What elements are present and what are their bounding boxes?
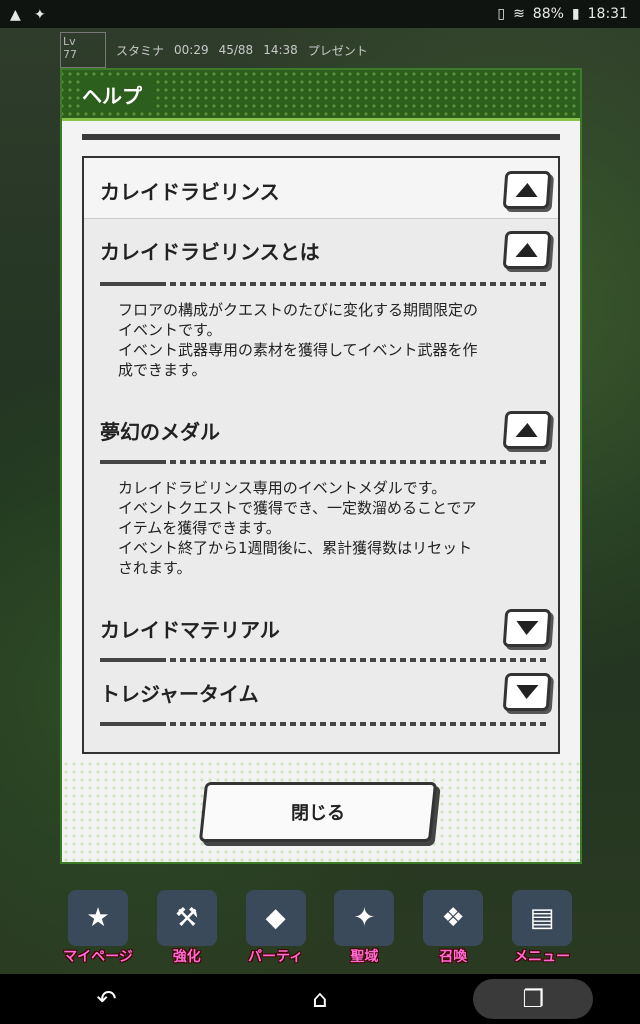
battery-text: 88%	[532, 6, 564, 22]
section-header-medal[interactable]: 夢幻のメダル	[100, 408, 552, 452]
stamina-label: スタミナ	[116, 43, 165, 58]
android-nav-bar: ↶ ⌂ ❐	[0, 974, 640, 1024]
menu-item-party[interactable]: ◆ パーティ	[234, 876, 318, 966]
timer-2: 14:38	[263, 43, 298, 57]
close-button-label: 閉じる	[291, 803, 345, 824]
menu-label: 召喚	[439, 949, 468, 965]
collapse-button[interactable]	[502, 231, 552, 269]
recents-icon[interactable]: ❐	[473, 979, 594, 1019]
level-value: 77	[63, 48, 77, 61]
section-divider	[100, 460, 550, 464]
help-panel[interactable]: カレイドラビリンス カレイドラビリンスとは フロアの構成がクエストのたびに変化す…	[82, 156, 560, 754]
menu-label: マイページ	[63, 949, 133, 965]
mypage-icon: ★	[68, 890, 128, 946]
menu-item-sanctuary[interactable]: ✦ 聖域	[322, 876, 406, 966]
present-label[interactable]: プレゼント	[308, 42, 368, 59]
section-title: 夢幻のメダル	[100, 419, 220, 444]
vibrate-icon: ▯	[497, 6, 506, 22]
section-title: トレジャータイム	[100, 681, 259, 706]
section-title: カレイドマテリアル	[100, 617, 280, 642]
expand-button[interactable]	[502, 609, 552, 647]
triangle-down-icon	[515, 685, 539, 699]
game-menu: ★ マイページ ⚒ 強化 ◆ パーティ ✦ 聖域 ❖ 召喚 ▤ メニュー	[56, 876, 584, 972]
battery-icon: ▮	[571, 6, 580, 22]
menu-item-mypage[interactable]: ★ マイページ	[56, 876, 140, 966]
status-bar: ▲ ✦ ▯ ≋ 88% ▮ 18:31	[0, 0, 640, 28]
section-header-kaleido[interactable]: カレイドラビリンス	[100, 168, 552, 212]
menu-label: メニュー	[513, 949, 570, 965]
section-divider	[100, 722, 550, 726]
home-icon[interactable]: ⌂	[260, 979, 380, 1019]
party-icon: ◆	[245, 890, 306, 946]
section-body: フロアの構成がクエストのたびに変化する期間限定の イベントです。 イベント武器専…	[118, 301, 479, 379]
level-label: Lv	[63, 35, 76, 48]
back-icon[interactable]: ↶	[47, 979, 167, 1019]
wifi-icon: ≋	[513, 6, 525, 22]
dialog-header: ヘルプ	[62, 70, 580, 121]
triangle-up-icon	[515, 423, 539, 437]
help-dialog: ヘルプ カレイドラビリンス カレイドラビリンスとは フロアの構成がクエストのたび…	[60, 68, 582, 864]
menu-label: 強化	[172, 949, 201, 965]
menu-item-enhance[interactable]: ⚒ 強化	[145, 876, 229, 966]
close-button[interactable]: 閉じる	[198, 782, 438, 842]
panel-top-bar	[82, 134, 560, 140]
expand-button[interactable]	[502, 673, 552, 711]
section-divider	[100, 658, 550, 662]
triangle-up-icon	[515, 183, 539, 197]
stamina-timer: 00:29	[174, 43, 209, 57]
section-header-about[interactable]: カレイドラビリンスとは	[100, 228, 552, 272]
clock: 18:31	[587, 6, 628, 22]
menu-item-menu[interactable]: ▤ メニュー	[500, 876, 584, 966]
menu-label: 聖域	[350, 949, 379, 965]
section-title: カレイドラビリンス	[100, 179, 280, 204]
hammer-icon: ⚒	[156, 890, 217, 946]
stamina-value: 45/88	[218, 43, 254, 57]
top-hud: Lv 77 スタミナ 00:29 45/88 14:38 プレゼント	[60, 32, 580, 68]
collapse-button[interactable]	[502, 411, 552, 449]
section-header-material[interactable]: カレイドマテリアル	[100, 606, 552, 650]
dialog-footer: 閉じる	[62, 760, 580, 862]
level-box: Lv 77	[60, 32, 106, 68]
notification-icon: ▲	[10, 7, 21, 23]
section-divider	[100, 282, 550, 286]
section-title: カレイドラビリンスとは	[100, 239, 320, 264]
triangle-up-icon	[515, 243, 539, 257]
menu-item-summon[interactable]: ❖ 召喚	[411, 876, 495, 966]
crystal-icon: ❖	[423, 890, 484, 946]
section-body: カレイドラビリンス専用のイベントメダルです。 イベントクエストで獲得でき、一定数…	[118, 479, 477, 577]
menu-label: パーティ	[248, 949, 304, 965]
triangle-down-icon	[515, 621, 539, 635]
twitter-icon: ✦	[34, 7, 46, 23]
collapse-button[interactable]	[502, 171, 552, 209]
section-header-treasure[interactable]: トレジャータイム	[100, 670, 552, 714]
book-icon: ▤	[511, 890, 572, 946]
dialog-title: ヘルプ	[82, 79, 152, 109]
sanctuary-icon: ✦	[334, 890, 395, 946]
